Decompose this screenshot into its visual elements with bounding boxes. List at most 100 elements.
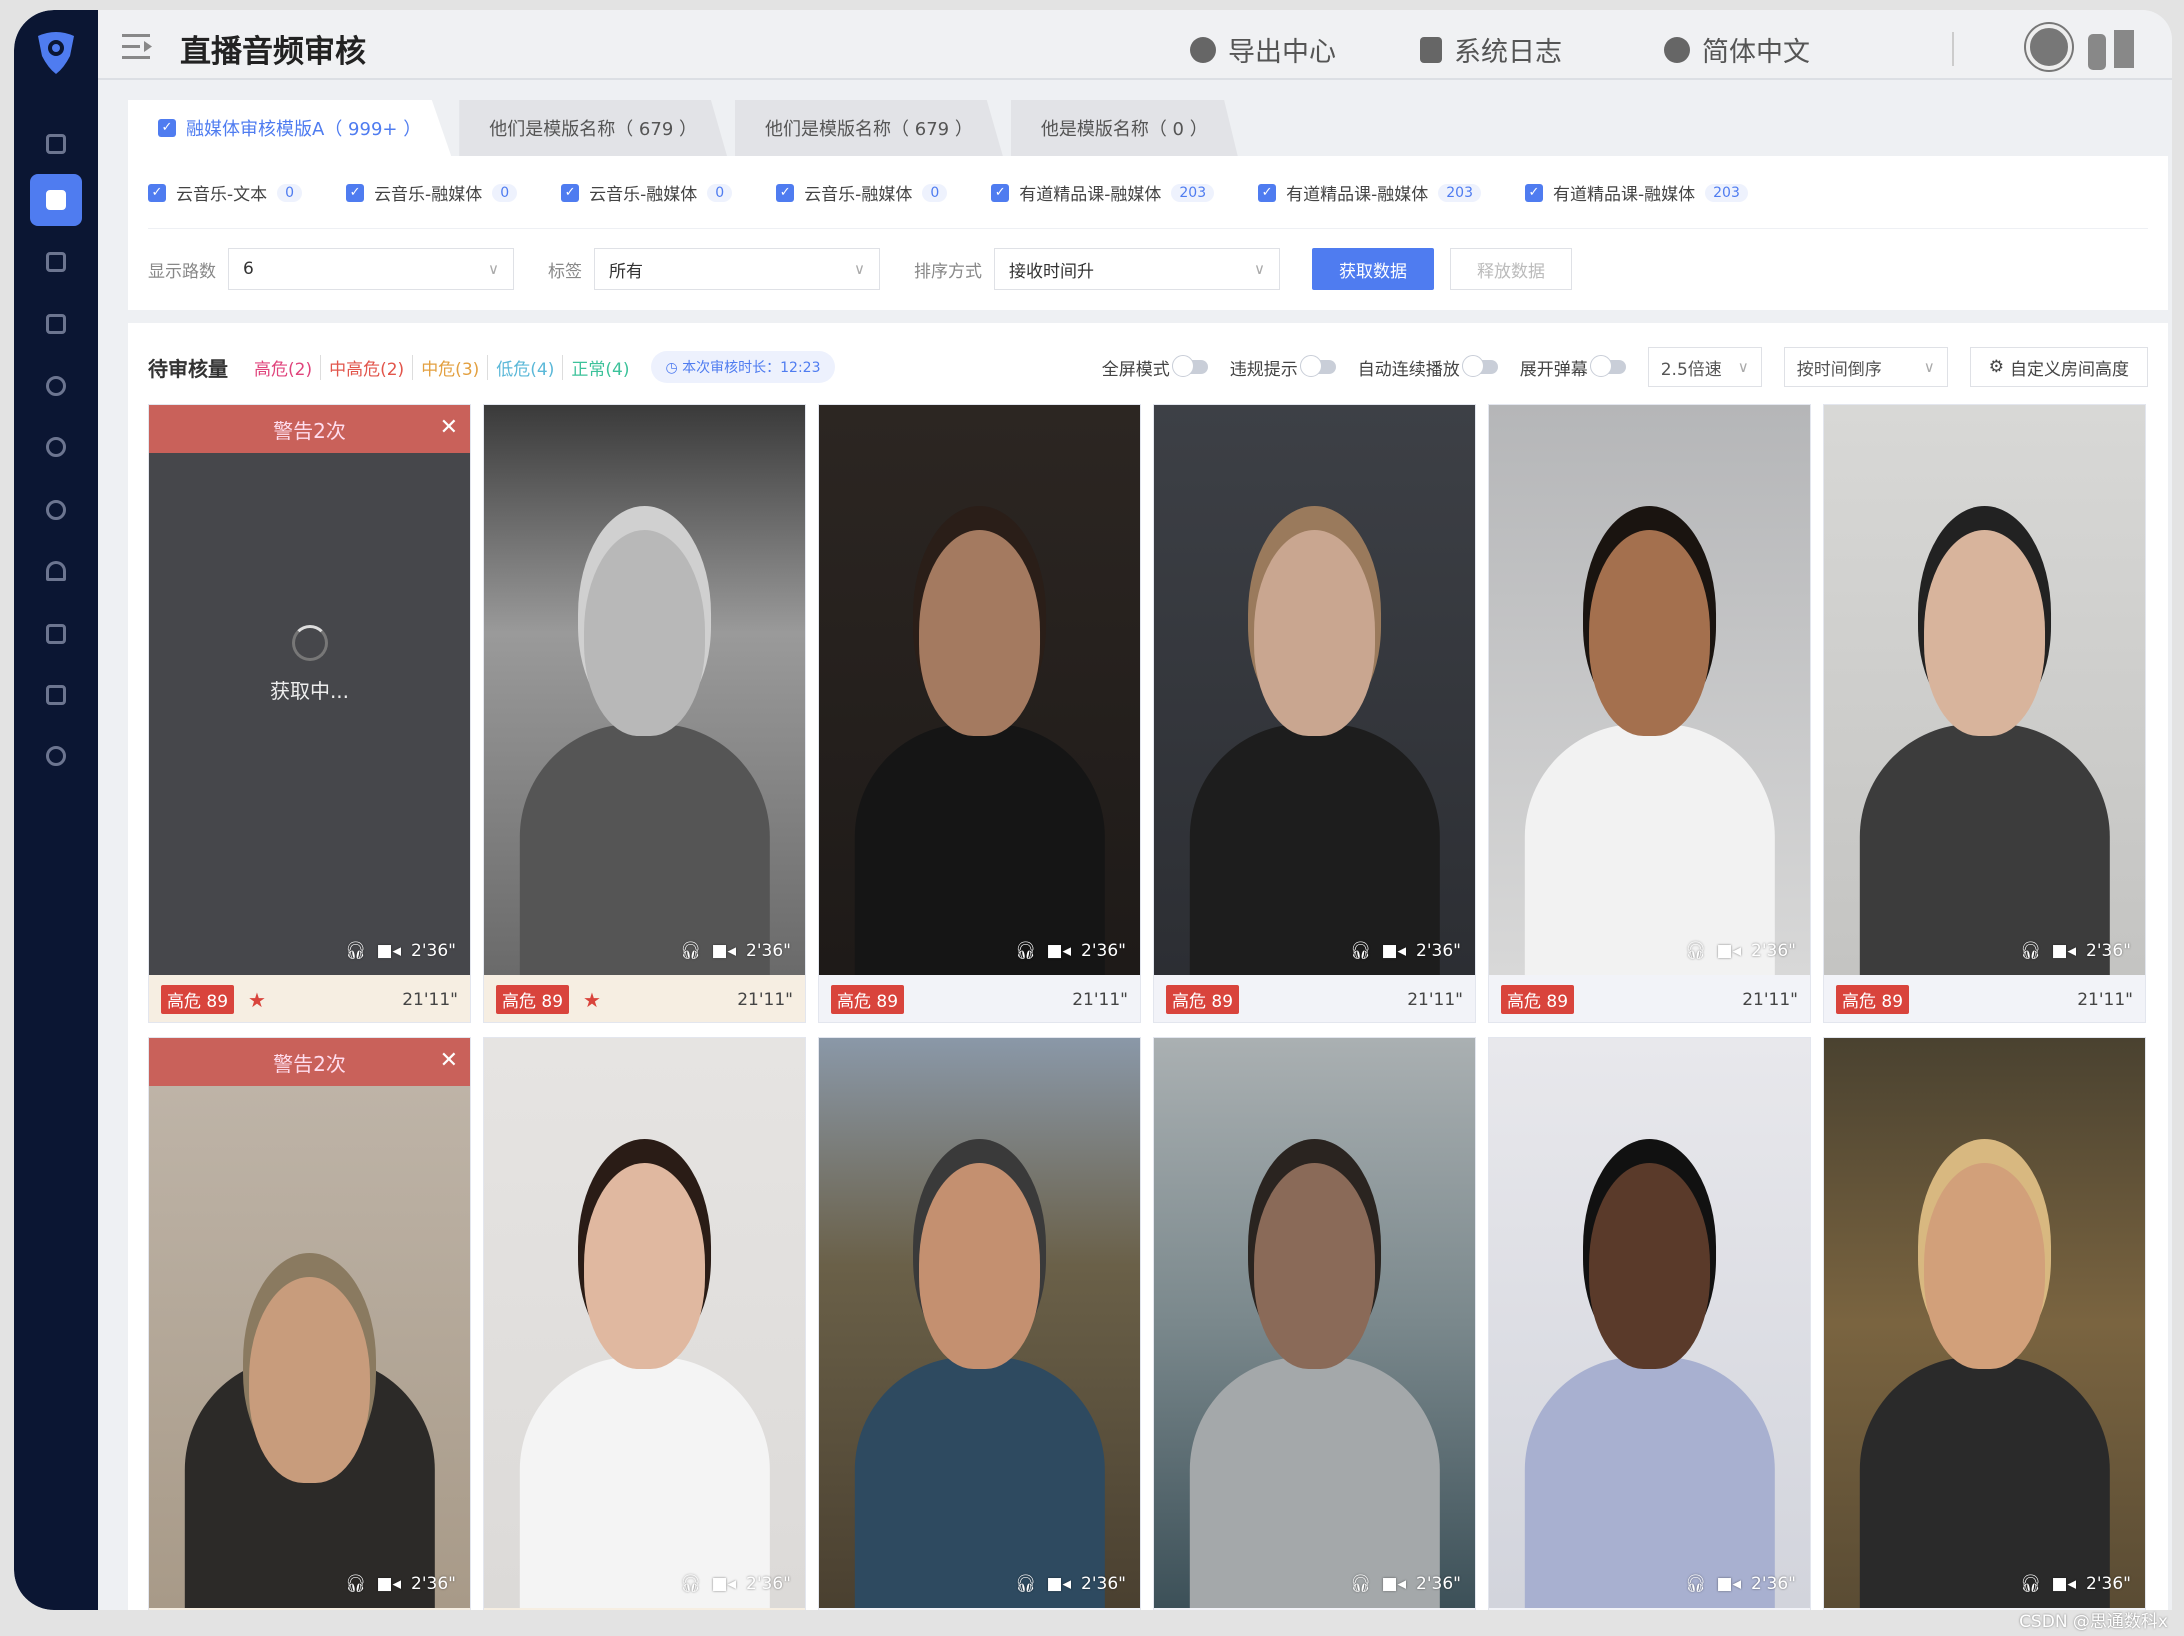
sidebar-item-stats[interactable] xyxy=(30,421,82,473)
video-thumbnail[interactable] xyxy=(1489,405,1810,975)
sidebar-item-profile[interactable] xyxy=(30,298,82,350)
order-select[interactable]: 按时间倒序 ∨ xyxy=(1783,347,1948,387)
tab-template-2[interactable]: 他们是模版名称（ 679 ） xyxy=(459,100,728,156)
close-icon[interactable]: ✕ xyxy=(440,1048,458,1073)
stream-card[interactable]: 🎧︎■◂2'36" 高危 8921'11" xyxy=(1823,404,2146,1023)
checkbox-icon[interactable]: ✓ xyxy=(346,183,365,202)
headphones-icon[interactable]: 🎧︎ xyxy=(1685,941,1707,961)
checkbox-icon[interactable]: ✓ xyxy=(158,119,176,137)
select-value: 6 xyxy=(243,259,254,279)
release-data-button[interactable]: 释放数据 xyxy=(1450,248,1572,290)
checkbox-icon[interactable]: ✓ xyxy=(991,183,1010,202)
risk-badge: 高危 89 xyxy=(1836,985,1910,1014)
checkbox-icon[interactable]: ✓ xyxy=(561,183,580,202)
sort-select[interactable]: 接收时间升 ∨ xyxy=(994,248,1280,290)
risk-level-filter[interactable]: 高危(2) xyxy=(246,354,322,380)
checkbox-icon[interactable]: ✓ xyxy=(1258,183,1277,202)
checkbox-icon[interactable]: ✓ xyxy=(148,183,166,202)
video-thumbnail[interactable] xyxy=(149,1038,470,1608)
headphones-icon[interactable]: 🎧︎ xyxy=(345,1574,367,1594)
avatar[interactable] xyxy=(2026,24,2072,70)
speed-select[interactable]: 2.5倍速 ∨ xyxy=(1647,347,1762,387)
custom-room-height-button[interactable]: ⚙ 自定义房间高度 xyxy=(1969,347,2148,387)
risk-level-filter[interactable]: 中高危(2) xyxy=(321,354,414,380)
menu-toggle-icon[interactable] xyxy=(122,34,154,60)
stream-card[interactable]: 🎧︎■◂2'36" 高危 8921'11" xyxy=(1488,1037,1811,1610)
toggle-switch[interactable] xyxy=(1299,355,1336,377)
video-thumbnail[interactable] xyxy=(819,405,1140,975)
sidebar-item-settings[interactable] xyxy=(30,730,82,782)
toggle-switch[interactable] xyxy=(1171,355,1208,377)
tab-template-4[interactable]: 他是模版名称（ 0 ） xyxy=(1010,100,1238,156)
toggle[interactable]: 展开弹幕 xyxy=(1520,355,1626,380)
fetch-data-button[interactable]: 获取数据 xyxy=(1312,248,1434,290)
display-count-select[interactable]: 6 ∨ xyxy=(228,248,514,290)
channel-checkbox[interactable]: ✓ 云音乐-融媒体 0 xyxy=(776,180,948,205)
stream-card[interactable]: 🎧︎■◂2'36" 高危 8921'11" xyxy=(818,1037,1141,1610)
toggle-switch[interactable] xyxy=(1461,355,1498,377)
channel-checkbox[interactable]: ✓ 有道精品课-融媒体 203 xyxy=(1525,180,1748,205)
toggle[interactable]: 违规提示 xyxy=(1230,355,1336,380)
toggle[interactable]: 自动连续播放 xyxy=(1358,355,1498,380)
export-center-link[interactable]: 导出中心 xyxy=(1190,30,1336,69)
sidebar-item-security[interactable] xyxy=(30,484,82,536)
video-thumbnail[interactable] xyxy=(1824,1038,2145,1608)
channel-checkbox[interactable]: ✓ 有道精品课-融媒体 203 xyxy=(991,180,1215,205)
sidebar-item-monitor[interactable] xyxy=(30,236,82,288)
headphones-icon[interactable]: 🎧︎ xyxy=(1015,1574,1037,1594)
headphones-icon[interactable]: 🎧︎ xyxy=(680,1574,702,1594)
video-thumbnail[interactable] xyxy=(819,1038,1140,1608)
sidebar-item-users[interactable] xyxy=(30,545,82,597)
headphones-icon[interactable]: 🎧︎ xyxy=(1015,941,1037,961)
tag-select[interactable]: 所有 ∨ xyxy=(594,248,880,290)
sidebar-item-tasks[interactable] xyxy=(30,608,82,660)
channel-checkbox[interactable]: ✓ 云音乐-融媒体 0 xyxy=(346,180,518,205)
language-switch[interactable]: 简体中文 xyxy=(1664,30,1810,69)
risk-level-filter[interactable]: 中危(3) xyxy=(413,354,489,380)
channel-checkbox[interactable]: ✓ 有道精品课-融媒体 203 xyxy=(1258,180,1481,205)
system-log-link[interactable]: 系统日志 xyxy=(1420,30,1562,69)
headphones-icon[interactable]: 🎧︎ xyxy=(1350,1574,1372,1594)
toggle-switch[interactable] xyxy=(1589,355,1626,377)
risk-level-filter[interactable]: 正常(4) xyxy=(563,355,637,380)
headphones-icon[interactable]: 🎧︎ xyxy=(680,941,702,961)
headphones-icon[interactable]: 🎧︎ xyxy=(2020,941,2042,961)
stream-card[interactable]: 警告2次 ✕ 🎧︎ ■◂ 2'36" 高危 8921'11" xyxy=(148,1037,471,1610)
video-thumbnail[interactable] xyxy=(484,405,805,975)
risk-level-filter[interactable]: 低危(4) xyxy=(488,354,564,380)
video-thumbnail[interactable] xyxy=(1824,405,2145,975)
channel-checkbox[interactable]: ✓ 云音乐-融媒体 0 xyxy=(561,180,733,205)
video-thumbnail[interactable] xyxy=(1154,1038,1475,1608)
toggle[interactable]: 全屏模式 xyxy=(1102,355,1208,380)
tab-template-a[interactable]: ✓ 融媒体审核模版A（ 999+ ） xyxy=(128,100,452,156)
headphones-icon[interactable]: 🎧︎ xyxy=(1685,1574,1707,1594)
sidebar-item-reports[interactable] xyxy=(30,669,82,721)
stream-card[interactable]: 🎧︎■◂2'36" 高危 8921'11" xyxy=(1153,404,1476,1023)
channel-checkbox[interactable]: ✓ 云音乐-文本 0 xyxy=(148,180,303,205)
headphones-icon[interactable]: 🎧︎ xyxy=(1350,941,1372,961)
star-icon[interactable]: ★ xyxy=(583,988,601,1012)
select-value: 2.5倍速 xyxy=(1660,359,1722,380)
video-thumbnail[interactable] xyxy=(1154,405,1475,975)
sidebar-item-location[interactable] xyxy=(30,360,82,412)
sidebar-item-review[interactable] xyxy=(30,174,82,226)
channel-label: 云音乐-文本 xyxy=(176,185,268,205)
video-thumbnail[interactable] xyxy=(1489,1038,1810,1608)
stream-card[interactable]: 🎧︎ ■◂ 2'36" 高危 89 ★ 21'11" xyxy=(483,404,806,1023)
headphones-icon[interactable]: 🎧︎ xyxy=(345,941,367,961)
sidebar-item-dashboard[interactable] xyxy=(30,118,82,170)
stream-card[interactable]: 🎧︎■◂2'36" 高危 8921'11" xyxy=(818,404,1141,1023)
video-thumbnail[interactable] xyxy=(484,1038,805,1608)
stream-card[interactable]: 获取中... 警告2次 ✕ 🎧︎ ■◂ 2'36" 高危 89 ★ 21'11" xyxy=(148,404,471,1023)
close-icon[interactable]: ✕ xyxy=(440,415,458,440)
stream-card[interactable]: 🎧︎■◂2'36" 高危 8921'11" xyxy=(483,1037,806,1610)
stream-card[interactable]: 🎧︎■◂2'36" 高危 8921'11" xyxy=(1488,404,1811,1023)
tab-template-3[interactable]: 他们是模版名称（ 679 ） xyxy=(735,100,1003,156)
checkbox-icon[interactable]: ✓ xyxy=(776,183,795,202)
checkbox-icon[interactable]: ✓ xyxy=(1525,183,1543,202)
stream-card[interactable]: 🎧︎■◂2'36" 高危 8921'11" xyxy=(1823,1037,2146,1610)
person-figure xyxy=(918,1163,1041,1369)
headphones-icon[interactable]: 🎧︎ xyxy=(2020,1574,2042,1594)
stream-card[interactable]: 🎧︎■◂2'36" 高危 8921'11" xyxy=(1153,1037,1476,1610)
star-icon[interactable]: ★ xyxy=(248,988,266,1012)
